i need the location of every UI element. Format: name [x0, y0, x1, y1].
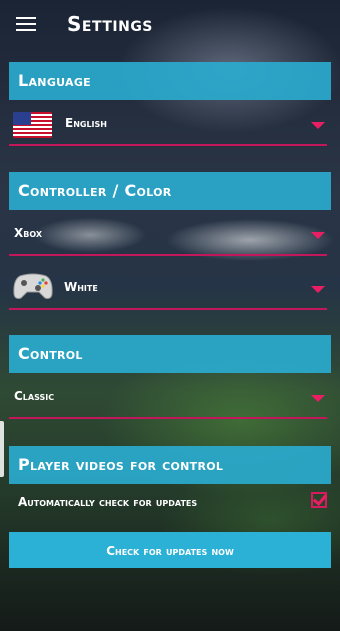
us-flag-icon [13, 112, 52, 138]
controller-dropdown[interactable]: Xbox [9, 216, 327, 256]
section-header-controller-color: Controller / Color [9, 172, 331, 210]
top-bar: Settings [0, 0, 340, 52]
section-header-language: Language [9, 62, 331, 100]
color-dropdown[interactable]: White [9, 270, 327, 310]
dropdown-arrow-icon [311, 122, 325, 129]
page-title: Settings [67, 12, 153, 36]
language-selected-value: English [65, 116, 107, 130]
dropdown-arrow-icon [311, 232, 325, 239]
section-header-control: Control [9, 335, 331, 373]
side-drawer-handle[interactable] [0, 421, 4, 477]
color-selected-value: White [64, 280, 98, 294]
auto-update-row: Automatically check for updates [9, 486, 331, 520]
control-selected-value: Classic [14, 389, 55, 403]
auto-update-label: Automatically check for updates [18, 495, 198, 509]
check-updates-button[interactable]: Check for updates now [9, 532, 331, 568]
gamepad-icon [13, 273, 53, 299]
control-dropdown[interactable]: Classic [9, 379, 327, 419]
dropdown-arrow-icon [311, 395, 325, 402]
section-header-player-videos: Player videos for control [9, 446, 331, 484]
hamburger-menu-icon[interactable] [16, 17, 36, 33]
auto-update-checkbox[interactable] [311, 492, 327, 508]
controller-selected-value: Xbox [14, 226, 43, 240]
language-dropdown[interactable]: English [9, 106, 327, 146]
dropdown-arrow-icon [311, 286, 325, 293]
